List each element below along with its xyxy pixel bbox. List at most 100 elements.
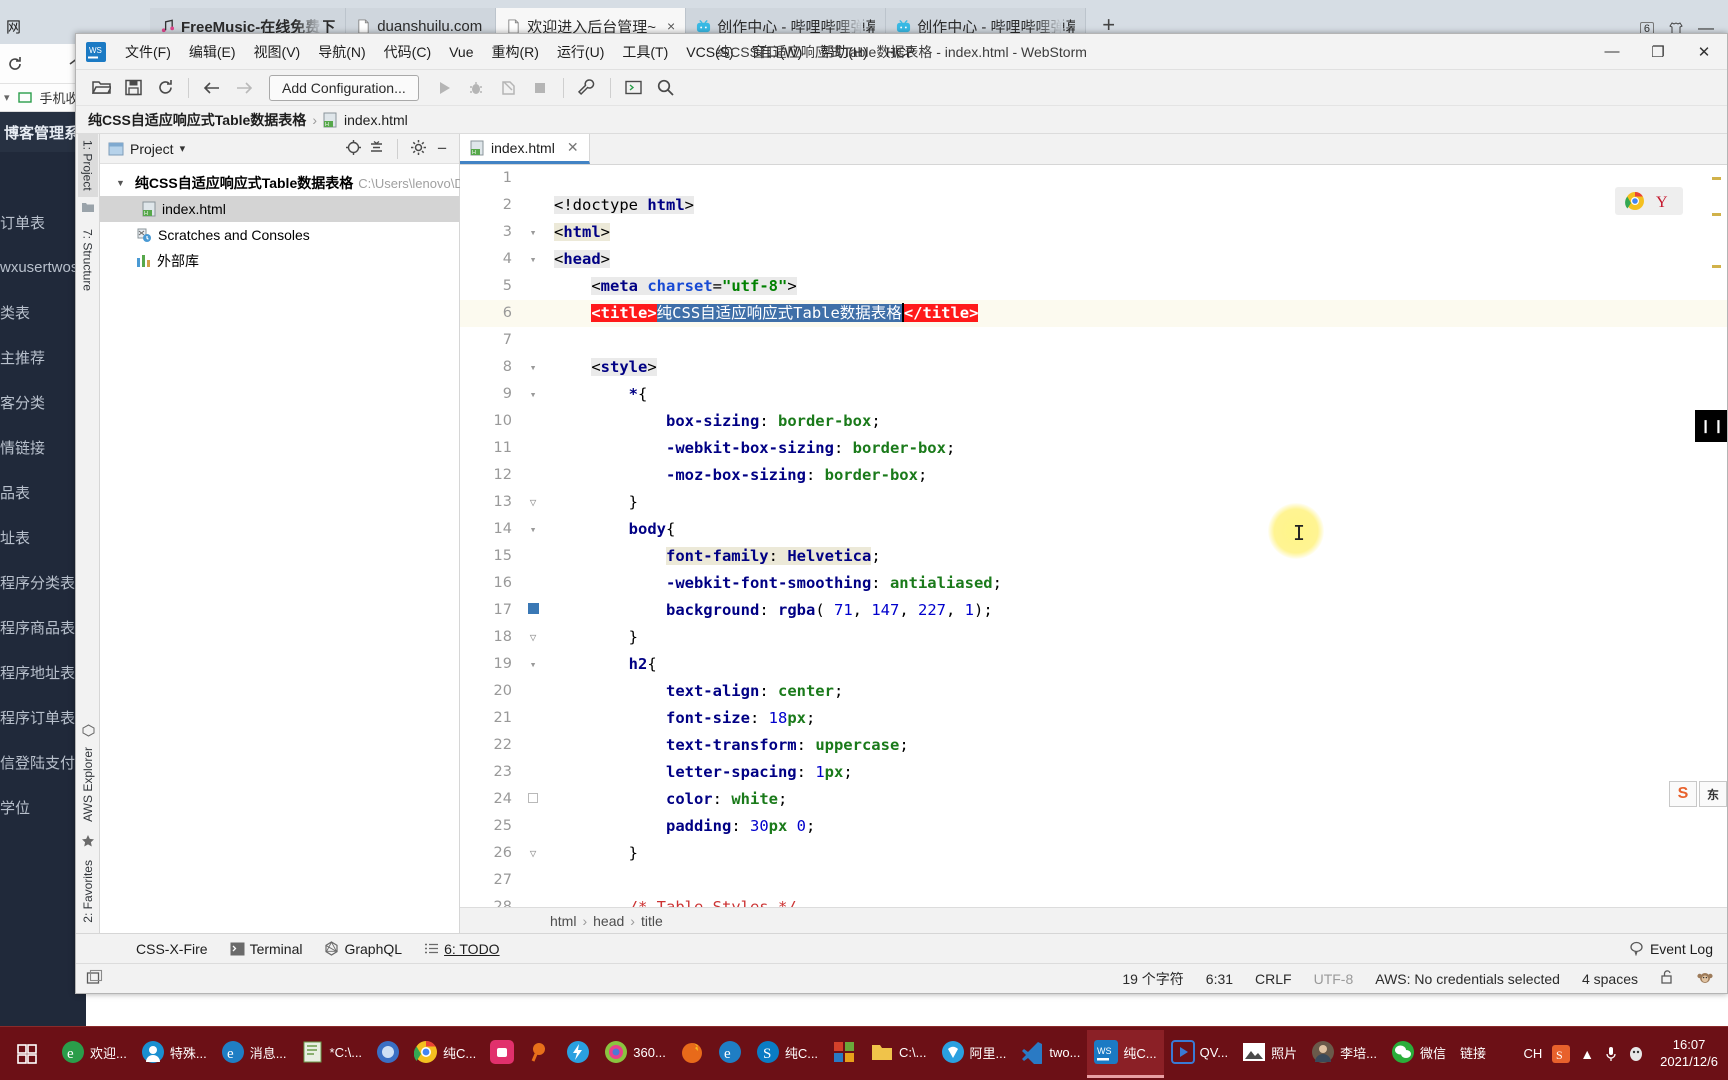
taskbar-item-13[interactable]: [825, 1030, 863, 1078]
menu-item-file[interactable]: 文件(F): [116, 38, 180, 66]
breadcrumb-head[interactable]: head: [593, 913, 624, 929]
tool-window-css-x-fire[interactable]: CSS-X-Fire: [136, 941, 208, 957]
fold-gutter[interactable]: ▽: [522, 489, 544, 516]
fold-gutter[interactable]: ▾: [522, 246, 544, 273]
taskbar-item-5[interactable]: 纯C...: [407, 1030, 483, 1078]
sidebar-item[interactable]: 客分类: [0, 380, 86, 425]
tree-row-index-html[interactable]: H index.html: [100, 196, 459, 222]
menu-item-vcs[interactable]: VCS(S): [677, 40, 742, 64]
breadcrumb-title[interactable]: title: [641, 913, 663, 929]
terminal-icon[interactable]: [619, 74, 649, 102]
refresh-icon[interactable]: [150, 74, 180, 102]
sidebar-item[interactable]: 情链接: [0, 425, 86, 470]
fold-gutter[interactable]: ▾: [522, 219, 544, 246]
tool-tab-structure[interactable]: 7: Structure: [78, 223, 98, 297]
collapse-all-icon[interactable]: [368, 139, 385, 159]
taskbar-item-21[interactable]: 微信: [1384, 1030, 1453, 1078]
unlock-icon[interactable]: [1660, 969, 1675, 988]
event-log-label[interactable]: Event Log: [1650, 941, 1713, 957]
taskbar-item-10[interactable]: [673, 1030, 711, 1078]
close-button[interactable]: ✕: [1681, 43, 1727, 61]
breadcrumb-project[interactable]: 纯CSS自适应响应式Table数据表格: [88, 110, 306, 130]
chevron-up-icon[interactable]: ▲: [1580, 1046, 1594, 1062]
tool-window-terminal[interactable]: Terminal: [230, 941, 302, 957]
sidebar-item[interactable]: 程序订单表: [0, 695, 86, 740]
sidebar-item[interactable]: 学位: [0, 785, 86, 830]
chevron-down-icon[interactable]: ▼: [116, 178, 125, 188]
maximize-button[interactable]: ❐: [1635, 43, 1681, 61]
run-icon[interactable]: [429, 74, 459, 102]
chevron-down-icon[interactable]: ▾: [4, 91, 10, 104]
minus-icon[interactable]: −: [433, 139, 451, 159]
editor-tab-index-html[interactable]: H index.html ✕: [460, 134, 590, 164]
arrow-left-icon[interactable]: [197, 74, 227, 102]
fold-gutter[interactable]: ▾: [522, 651, 544, 678]
tool-tab-aws-explorer[interactable]: AWS Explorer: [78, 741, 98, 828]
monkey-icon[interactable]: [1697, 969, 1713, 988]
taskbar-item-22[interactable]: 链接: [1453, 1030, 1493, 1078]
stop-icon[interactable]: [525, 74, 555, 102]
search-icon[interactable]: [651, 74, 681, 102]
sogou-icon[interactable]: S: [1552, 1044, 1571, 1063]
taskbar-item-1[interactable]: 特殊...: [134, 1030, 214, 1078]
sidebar-item[interactable]: 程序商品表: [0, 605, 86, 650]
taskbar-item-14[interactable]: C:\...: [863, 1030, 933, 1078]
tree-row-external-libraries[interactable]: 外部库: [100, 248, 459, 274]
status-line-separator[interactable]: CRLF: [1255, 971, 1292, 987]
save-icon[interactable]: [118, 74, 148, 102]
sogou-extra-icon[interactable]: 东: [1699, 781, 1727, 807]
open-in-browser-popup[interactable]: Y: [1615, 187, 1683, 215]
menu-item-navigate[interactable]: 导航(N): [309, 38, 374, 66]
arrow-right-icon[interactable]: [229, 74, 259, 102]
sidebar-item[interactable]: wxusertwos: [0, 245, 86, 290]
tool-window-todo[interactable]: 6: TODO: [424, 941, 500, 957]
breadcrumb-file[interactable]: index.html: [344, 112, 408, 128]
taskbar-item-7[interactable]: [521, 1030, 559, 1078]
sidebar-item[interactable]: 品表: [0, 470, 86, 515]
fold-gutter[interactable]: ▾: [522, 516, 544, 543]
fold-gutter[interactable]: ▽: [522, 840, 544, 867]
taskbar-item-15[interactable]: 阿里...: [934, 1030, 1014, 1078]
sidebar-item[interactable]: 订单表: [0, 200, 86, 245]
sidebar-item[interactable]: 程序地址表: [0, 650, 86, 695]
menu-item-tools[interactable]: 工具(T): [613, 38, 677, 66]
chrome-icon[interactable]: [1625, 191, 1645, 211]
pause-overlay-badge[interactable]: ❙❙: [1695, 410, 1727, 442]
sidebar-item[interactable]: 址表: [0, 515, 86, 560]
menu-item-refactor[interactable]: 重构(R): [483, 38, 548, 66]
taskbar-item-12[interactable]: S 纯C...: [749, 1030, 825, 1078]
sogou-icon[interactable]: S: [1669, 781, 1697, 807]
taskbar-item-6[interactable]: [483, 1030, 521, 1078]
tree-row-scratches[interactable]: Scratches and Consoles: [100, 222, 459, 248]
taskbar-item-16[interactable]: two...: [1013, 1030, 1087, 1078]
menu-item-hcp[interactable]: HCP: [877, 40, 925, 64]
menu-item-edit[interactable]: 编辑(E): [180, 38, 245, 66]
ime-indicator[interactable]: CH: [1524, 1046, 1543, 1061]
taskbar-item-18[interactable]: QV...: [1164, 1030, 1235, 1078]
menu-item-code[interactable]: 代码(C): [375, 38, 440, 66]
taskbar-item-8[interactable]: [559, 1030, 597, 1078]
debug-icon[interactable]: [461, 74, 491, 102]
code-content[interactable]: 1 2 <!doctype html> 3 ▾ <html> 4 ▾ <head> 5 <…: [460, 165, 1727, 907]
menu-item-run[interactable]: 运行(U): [548, 38, 613, 66]
tool-window-graphql[interactable]: GraphQL: [324, 941, 402, 957]
taskbar-item-20[interactable]: 李培...: [1304, 1030, 1384, 1078]
taskbar-item-9[interactable]: 360...: [597, 1030, 673, 1078]
hide-window-icon[interactable]: [76, 969, 103, 989]
yandex-icon[interactable]: Y: [1655, 191, 1673, 211]
taskbar-item-19[interactable]: 照片: [1235, 1030, 1304, 1078]
menu-item-view[interactable]: 视图(V): [245, 38, 310, 66]
chevron-down-icon[interactable]: ▾: [180, 142, 186, 155]
fold-gutter[interactable]: ▽: [522, 624, 544, 651]
taskbar-clock[interactable]: 16:07 2021/12/6: [1654, 1037, 1718, 1070]
status-caret-position[interactable]: 6:31: [1206, 971, 1233, 987]
minimize-button[interactable]: —: [1589, 43, 1635, 60]
menu-item-vue[interactable]: Vue: [440, 40, 482, 64]
fold-gutter[interactable]: ▾: [522, 381, 544, 408]
taskbar-item-2[interactable]: e 消息...: [214, 1030, 294, 1078]
fold-gutter[interactable]: ▾: [522, 354, 544, 381]
tree-row-project-root[interactable]: ▼ 纯CSS自适应响应式Table数据表格 C:\Users\lenovo\De…: [100, 170, 477, 196]
tool-tab-project[interactable]: 1: Project: [77, 134, 98, 197]
sidebar-item[interactable]: 类表: [0, 290, 86, 335]
wrench-icon[interactable]: [572, 74, 602, 102]
